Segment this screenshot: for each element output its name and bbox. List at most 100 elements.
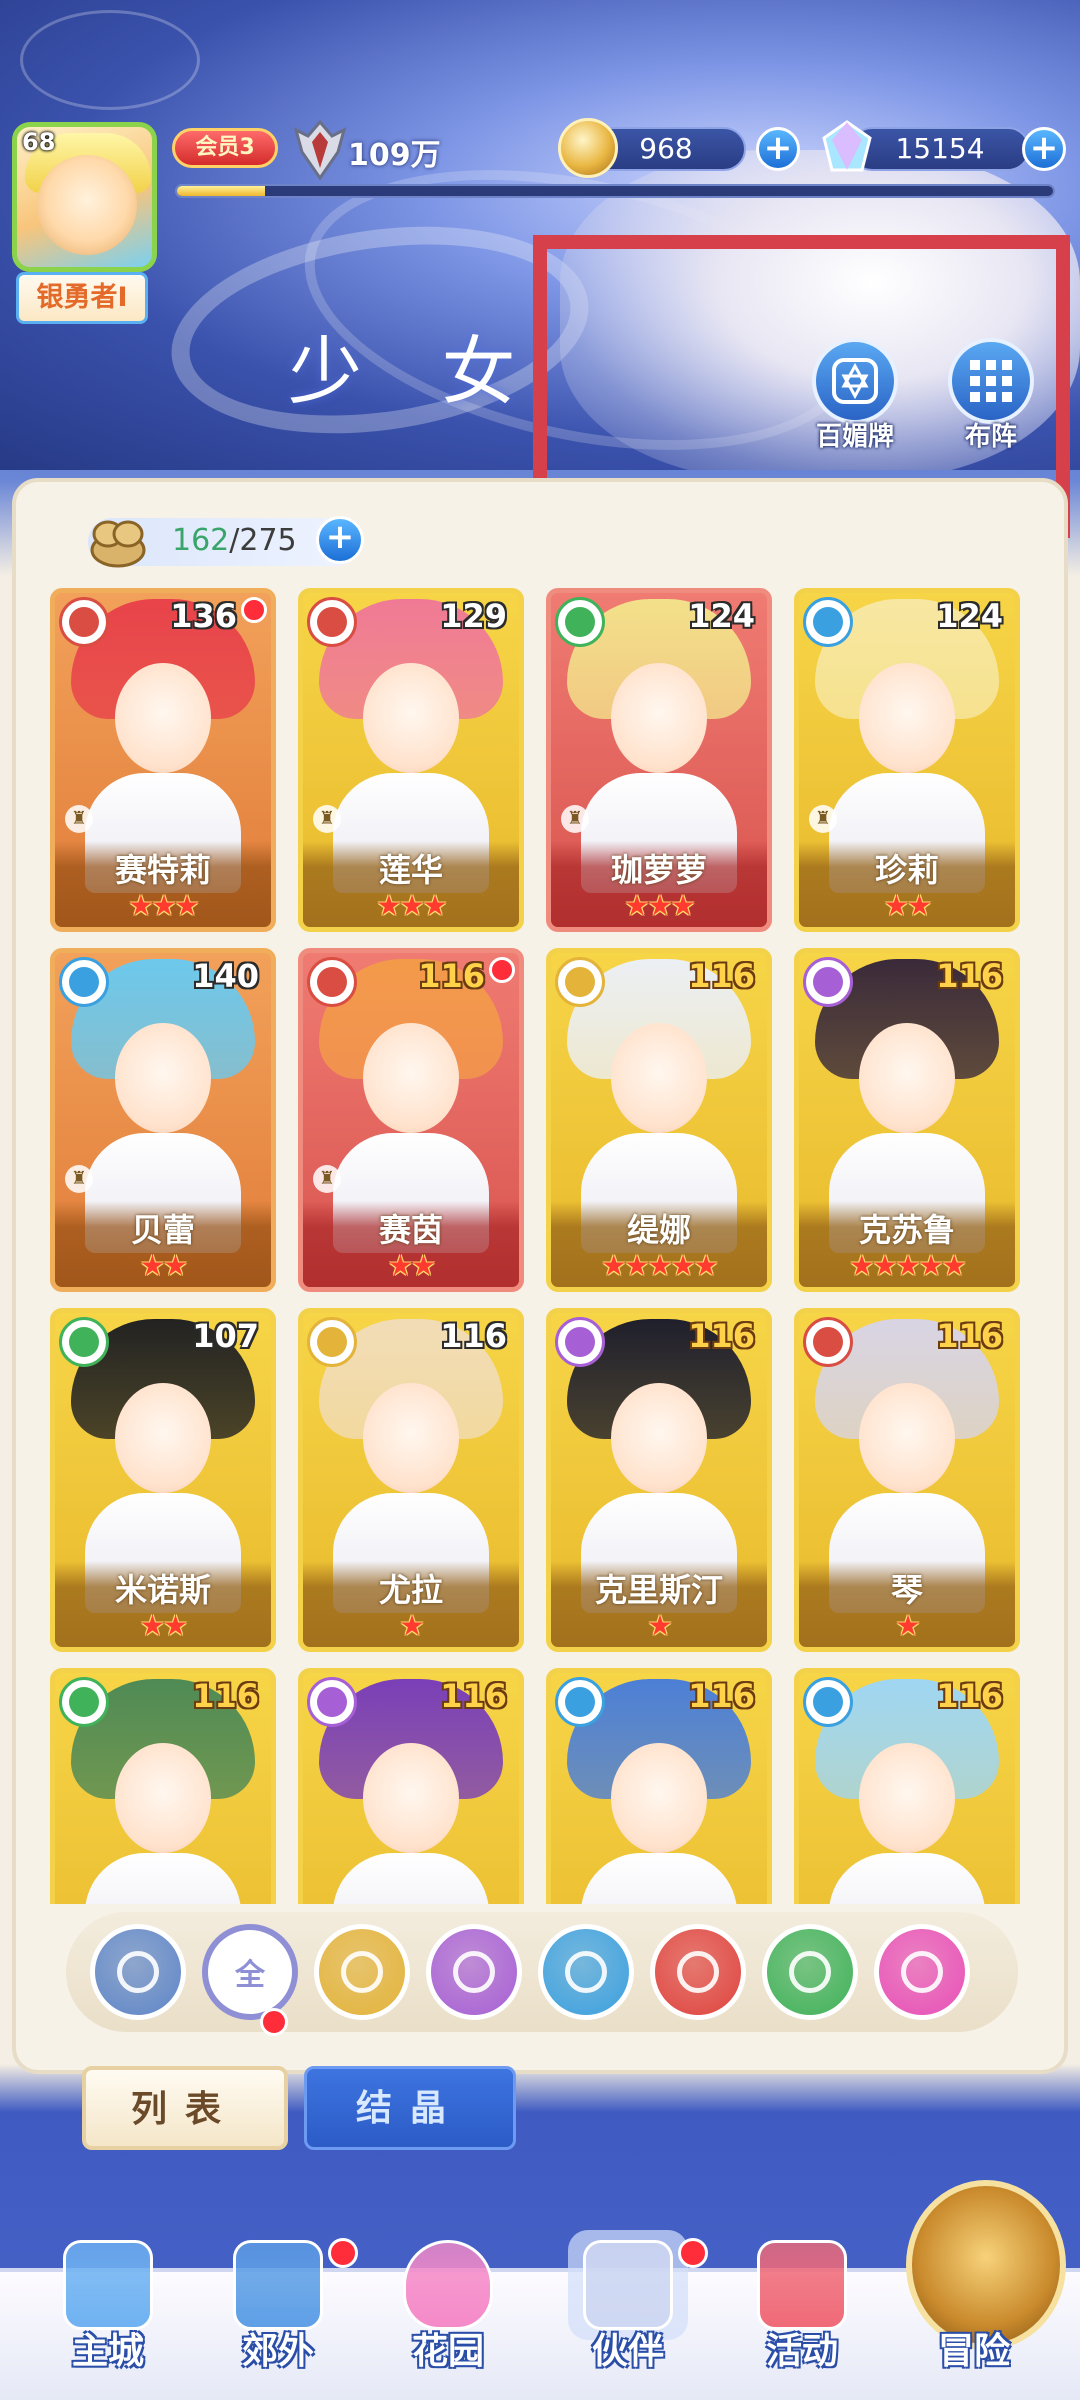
card-level: 116	[192, 1677, 259, 1715]
nav-garden[interactable]: 花园	[368, 2230, 528, 2374]
expand-capacity-button[interactable]: +	[316, 516, 364, 564]
card-portrait-face	[115, 1743, 211, 1853]
filter-wind-button[interactable]	[762, 1924, 858, 2020]
wind-icon	[789, 1951, 831, 1993]
partner-card[interactable]: 140 ♜ 贝蕾 ★★	[50, 948, 276, 1292]
card-star-rating: ★★★	[128, 889, 199, 922]
add-gems-button[interactable]: +	[1022, 127, 1066, 171]
partner-card[interactable]: 116 尤拉 ★	[298, 1308, 524, 1652]
light-element-icon	[555, 957, 605, 1007]
card-level: 116	[688, 1677, 755, 1715]
partner-card[interactable]: 124 ♜ 珈萝萝 ★★★	[546, 588, 772, 932]
filter-sort-button[interactable]	[90, 1924, 186, 2020]
card-portrait-body	[85, 1853, 241, 1904]
nav-main-city[interactable]: 主城	[28, 2230, 188, 2374]
card-name: 米诺斯	[114, 1571, 211, 1609]
partner-card[interactable]: 116	[546, 1668, 772, 1904]
card-portrait-face	[115, 663, 211, 773]
partner-card[interactable]: 116 克里斯汀 ★	[546, 1308, 772, 1652]
card-portrait-body	[829, 1853, 985, 1904]
tab-list[interactable]: 列表	[82, 2066, 288, 2150]
filter-all-button[interactable]: 全	[202, 1924, 298, 2020]
charm-icon	[901, 1951, 943, 1993]
card-star-rating: ★★	[139, 1249, 188, 1282]
card-name: 贝蕾	[130, 1211, 195, 1249]
nav-events-icon	[757, 2240, 847, 2330]
card-portrait-face	[363, 663, 459, 773]
wind-element-icon	[59, 1317, 109, 1367]
nav-events[interactable]: 活动	[722, 2230, 882, 2374]
card-name: 克里斯汀	[594, 1571, 723, 1609]
bag-icon	[90, 520, 146, 568]
nav-partner-label: 伙伴	[591, 2331, 664, 2372]
partner-card[interactable]: 116 缇娜 ★★★★★	[546, 948, 772, 1292]
card-level: 124	[936, 597, 1003, 635]
fire-element-glyph	[813, 1327, 843, 1357]
dark-element-glyph	[317, 1687, 347, 1717]
card-notification-dot	[241, 597, 267, 623]
grid-icon	[970, 360, 1012, 402]
collection-label: 百媚牌	[815, 422, 894, 452]
partner-card[interactable]: 116 琴 ★	[794, 1308, 1020, 1652]
card-portrait-face	[363, 1383, 459, 1493]
card-portrait-face	[611, 663, 707, 773]
partner-card[interactable]: 129 ♜ 莲华 ★★★	[298, 588, 524, 932]
wind-element-glyph	[69, 1687, 99, 1717]
partner-card[interactable]: 116 克苏鲁 ★★★★★	[794, 948, 1020, 1292]
dark-element-icon	[803, 957, 853, 1007]
filter-dark-button[interactable]	[426, 1924, 522, 2020]
water-element-glyph	[69, 967, 99, 997]
partner-card-grid: 136 ♜ 赛特莉 ★★★ 129 ♜ 莲华 ★★★ 124 ♜ 珈萝萝 ★★★ 124 ♜ 珍莉 ★★ 140…	[50, 588, 1030, 1904]
fire-element-glyph	[317, 607, 347, 637]
fire-icon	[677, 1951, 719, 1993]
page-title: 少 女	[288, 329, 544, 415]
formation-icon-circle	[948, 338, 1034, 424]
partner-card[interactable]: 136 ♜ 赛特莉 ★★★	[50, 588, 276, 932]
partner-card[interactable]: 116	[50, 1668, 276, 1904]
card-portrait-body	[333, 1853, 489, 1904]
card-star-rating: ★★★★★	[849, 1249, 967, 1282]
exp-bar	[175, 184, 1055, 198]
card-portrait-face	[859, 1743, 955, 1853]
partner-card[interactable]: 107 米诺斯 ★★	[50, 1308, 276, 1652]
vip-badge[interactable]: 会员3	[172, 128, 278, 168]
light-element-glyph	[317, 1327, 347, 1357]
light-icon	[341, 1951, 383, 1993]
nav-partner-icon	[583, 2240, 673, 2330]
filter-fire-button[interactable]	[650, 1924, 746, 2020]
star-card-icon	[832, 358, 878, 404]
card-name: 尤拉	[378, 1571, 443, 1609]
fire-element-icon	[59, 597, 109, 647]
formation-rook-icon: ♜	[313, 1165, 341, 1193]
wind-element-icon	[555, 597, 605, 647]
filter-light-button[interactable]	[314, 1924, 410, 2020]
formation-rook-icon: ♜	[65, 1165, 93, 1193]
filter-charm-button[interactable]	[874, 1924, 970, 2020]
card-portrait-face	[115, 1383, 211, 1493]
card-name: 琴	[890, 1571, 923, 1609]
collection-button[interactable]: 百媚牌	[800, 338, 910, 453]
card-name: 赛特莉	[114, 851, 211, 889]
player-level: 68	[22, 128, 56, 156]
card-star-rating: ★	[895, 1609, 920, 1642]
card-level: 116	[936, 1317, 1003, 1355]
gem-icon	[822, 120, 872, 172]
dark-element-glyph	[813, 967, 843, 997]
water-element-icon	[803, 1677, 853, 1727]
card-portrait-face	[611, 1743, 707, 1853]
partner-card[interactable]: 116	[298, 1668, 524, 1904]
tab-crystal[interactable]: 结晶	[304, 2066, 516, 2150]
add-gold-button[interactable]: +	[756, 127, 800, 171]
water-element-icon	[59, 957, 109, 1007]
formation-label: 布阵	[964, 422, 1017, 452]
card-level: 116	[440, 1677, 507, 1715]
water-element-icon	[555, 1677, 605, 1727]
filter-water-button[interactable]	[538, 1924, 634, 2020]
partner-card[interactable]: 124 ♜ 珍莉 ★★	[794, 588, 1020, 932]
card-portrait-body	[581, 1853, 737, 1904]
player-title-badge[interactable]: 银勇者I	[16, 272, 148, 324]
partner-card[interactable]: 116	[794, 1668, 1020, 1904]
formation-button[interactable]: 布阵	[936, 338, 1046, 453]
partner-card[interactable]: 116 ♜ 赛茵 ★★	[298, 948, 524, 1292]
card-portrait-face	[859, 1023, 955, 1133]
